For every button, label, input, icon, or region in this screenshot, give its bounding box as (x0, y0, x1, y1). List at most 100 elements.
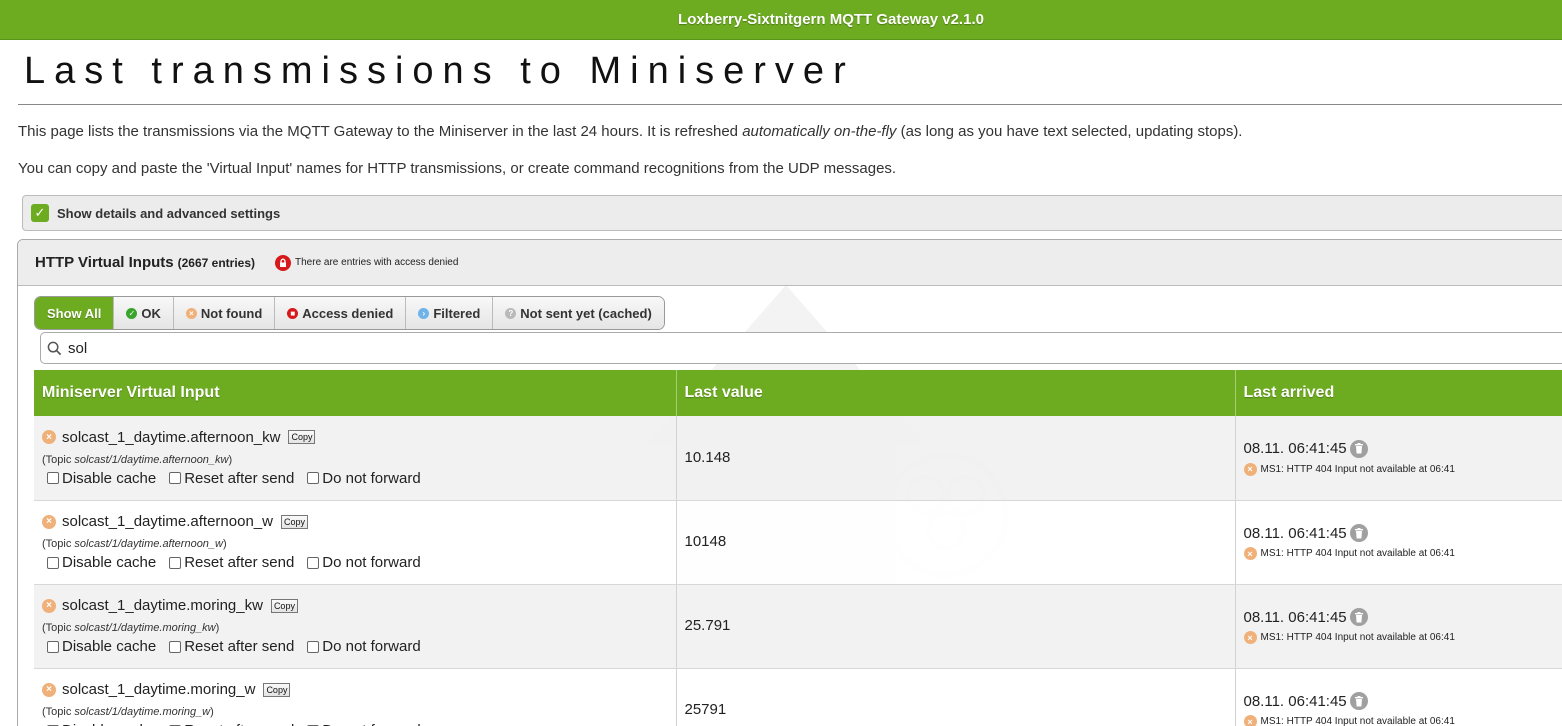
trash-icon[interactable] (1349, 608, 1368, 626)
trash-icon[interactable] (1349, 692, 1368, 710)
virtual-input-name[interactable]: solcast_1_daytime.afternoon_kw (62, 429, 280, 446)
miniserver-error: × MS1: HTTP 404 Input not available at 0… (1243, 547, 1562, 560)
lock-icon: ■ (287, 307, 299, 319)
virtual-input-cell: × solcast_1_daytime.moring_w Copy (Topic… (34, 668, 677, 726)
do-not-forward-checkbox[interactable] (307, 640, 320, 653)
disable-cache-checkbox[interactable] (47, 640, 59, 653)
arrival-time-line: 08.11. 06:41:45 (1244, 692, 1562, 710)
topic-line: (Topic solcast/1/daytime.afternoon_w) (42, 538, 676, 550)
intro-text-1-end: (as long as you have text selected, upda… (896, 123, 1243, 140)
intro-text-1: This page lists the transmissions via th… (18, 123, 1242, 140)
filter-bar: Show All ✓ OK × Not found ■ Access denied ›… (34, 296, 665, 330)
last-value-cell: 25.791 (676, 584, 1236, 669)
reset-after-send-label[interactable]: Reset after send (184, 470, 294, 487)
filter-filtered[interactable]: › Filtered (406, 297, 494, 329)
trash-icon[interactable] (1349, 439, 1368, 458)
not-found-icon: × (42, 682, 56, 697)
do-not-forward-label[interactable]: Do not forward (322, 554, 420, 571)
details-label[interactable]: Show details and advanced settings (57, 206, 280, 221)
topic-path: solcast/1/daytime.afternoon_w (74, 538, 223, 550)
disable-cache-checkbox[interactable] (47, 472, 59, 485)
search-box[interactable] (40, 332, 1562, 364)
lock-icon (275, 254, 292, 271)
http-virtual-inputs-panel: HTTP Virtual Inputs (2667 entries) There… (17, 239, 1562, 726)
do-not-forward-checkbox[interactable] (307, 472, 320, 485)
trash-icon[interactable] (1349, 524, 1368, 542)
virtual-input-cell: × solcast_1_daytime.afternoon_w Copy (To… (34, 500, 677, 585)
not-found-icon: × (1243, 462, 1257, 476)
do-not-forward-label[interactable]: Do not forward (322, 722, 420, 726)
column-header-virtual-input[interactable]: Miniserver Virtual Input (34, 370, 677, 416)
reset-after-send-checkbox[interactable] (169, 556, 182, 569)
reset-after-send-option[interactable]: Reset after send (165, 638, 294, 655)
copy-button[interactable]: Copy (263, 682, 291, 697)
disable-cache-option[interactable]: Disable cache (42, 638, 156, 655)
miniserver-error: × MS1: HTTP 404 Input not available at 0… (1243, 715, 1562, 726)
checkmark-icon[interactable]: ✓ (31, 204, 49, 222)
filter-not-found[interactable]: × Not found (173, 297, 276, 329)
page-title: Last transmissions to Miniserver (24, 50, 855, 92)
filter-access-denied-label: Access denied (302, 305, 394, 321)
disable-cache-label[interactable]: Disable cache (62, 638, 156, 655)
row-options: Disable cache Reset after send Do not fo… (42, 722, 676, 726)
do-not-forward-label[interactable]: Do not forward (322, 638, 420, 655)
filter-not-sent[interactable]: ? Not sent yet (cached) (493, 297, 664, 329)
topic-prefix: (Topic (42, 453, 75, 466)
reset-after-send-option[interactable]: Reset after send (165, 470, 294, 487)
miniserver-error-text: MS1: HTTP 404 Input not available at 06:… (1260, 716, 1455, 726)
row-options: Disable cache Reset after send Do not fo… (42, 638, 676, 655)
reset-after-send-checkbox[interactable] (169, 640, 182, 653)
disable-cache-option[interactable]: Disable cache (42, 722, 156, 726)
top-bar: Loxberry-Sixtnitgern MQTT Gateway v2.1.0 (0, 0, 1562, 40)
copy-button[interactable]: Copy (288, 430, 316, 445)
disable-cache-checkbox[interactable] (47, 556, 59, 569)
copy-button[interactable]: Copy (270, 598, 298, 613)
disable-cache-label[interactable]: Disable cache (62, 722, 156, 726)
disable-cache-option[interactable]: Disable cache (42, 470, 156, 487)
last-value-cell: 25791 (676, 668, 1236, 726)
reset-after-send-option[interactable]: Reset after send (165, 554, 294, 571)
reset-after-send-label[interactable]: Reset after send (184, 554, 294, 571)
column-header-last-arrived[interactable]: Last arrived (1235, 370, 1562, 416)
miniserver-error: × MS1: HTTP 404 Input not available at 0… (1243, 462, 1562, 476)
reset-after-send-option[interactable]: Reset after send (165, 722, 294, 726)
arrival-time-line: 08.11. 06:41:45 (1244, 608, 1562, 626)
reset-after-send-checkbox[interactable] (169, 472, 182, 485)
not-found-icon: × (42, 514, 56, 529)
last-value-cell: 10.148 (676, 416, 1236, 501)
virtual-input-name[interactable]: solcast_1_daytime.afternoon_w (62, 513, 273, 530)
filter-access-denied[interactable]: ■ Access denied (275, 297, 407, 329)
virtual-input-name-line: × solcast_1_daytime.moring_w Copy (42, 681, 676, 698)
disable-cache-label[interactable]: Disable cache (62, 554, 156, 571)
intro-text-1-start: This page lists the transmissions via th… (18, 123, 743, 140)
entry-count: (2667 entries) (177, 255, 256, 270)
do-not-forward-label[interactable]: Do not forward (322, 470, 420, 487)
last-arrived-cell: 08.11. 06:41:45 × MS1: HTTP 404 Input no… (1235, 500, 1562, 585)
column-header-last-value[interactable]: Last value (676, 370, 1236, 416)
filter-show-all[interactable]: Show All (35, 297, 115, 329)
not-found-icon: × (1243, 547, 1257, 560)
reset-after-send-label[interactable]: Reset after send (184, 638, 294, 655)
panel-header[interactable]: HTTP Virtual Inputs (2667 entries) There… (18, 240, 1562, 286)
disable-cache-option[interactable]: Disable cache (42, 554, 156, 571)
filter-ok[interactable]: ✓ OK (114, 297, 174, 329)
arrival-time: 08.11. 06:41:45 (1243, 692, 1347, 710)
arrow-icon: › (418, 307, 430, 319)
do-not-forward-checkbox[interactable] (307, 556, 320, 569)
do-not-forward-option[interactable]: Do not forward (303, 554, 421, 571)
last-arrived-cell: 08.11. 06:41:45 × MS1: HTTP 404 Input no… (1235, 584, 1562, 669)
do-not-forward-option[interactable]: Do not forward (303, 722, 421, 726)
virtual-input-name[interactable]: solcast_1_daytime.moring_kw (62, 597, 263, 614)
panel-title: HTTP Virtual Inputs (35, 254, 174, 271)
details-toggle[interactable]: ✓ Show details and advanced settings (22, 195, 1562, 231)
disable-cache-label[interactable]: Disable cache (62, 470, 156, 487)
last-value: 25.791 (684, 617, 731, 634)
do-not-forward-option[interactable]: Do not forward (303, 638, 421, 655)
reset-after-send-label[interactable]: Reset after send (184, 722, 294, 726)
do-not-forward-option[interactable]: Do not forward (303, 470, 421, 487)
copy-button[interactable]: Copy (280, 514, 308, 529)
search-input[interactable] (68, 339, 668, 357)
topic-suffix: ) (215, 622, 220, 634)
table-row: × solcast_1_daytime.afternoon_kw Copy (T… (34, 416, 1562, 501)
virtual-input-name[interactable]: solcast_1_daytime.moring_w (62, 681, 255, 698)
